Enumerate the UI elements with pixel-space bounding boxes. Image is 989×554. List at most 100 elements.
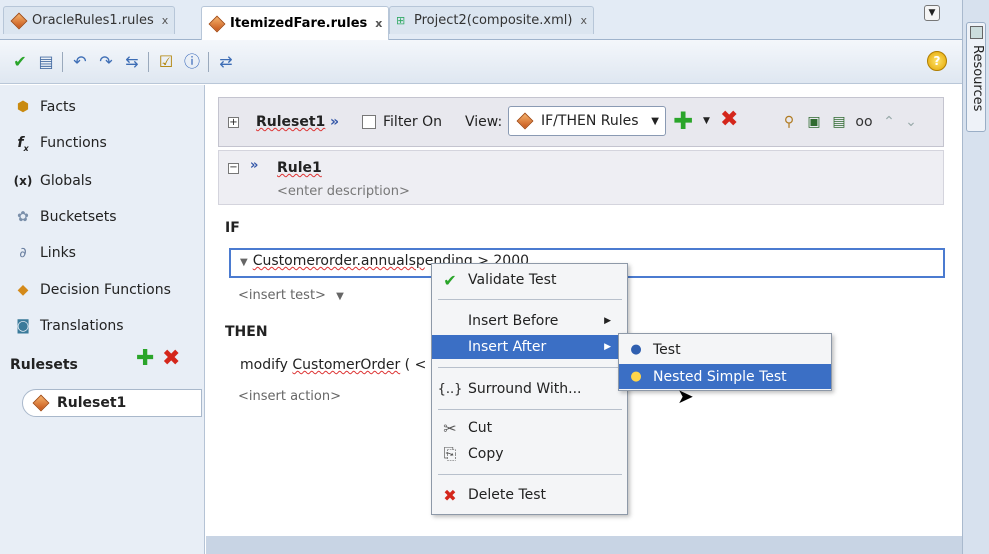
resources-panel-tab[interactable]: Resources [966,22,986,132]
delete-rule-icon[interactable]: ✖ [720,107,738,132]
scissors-icon: ✂ [443,418,457,438]
menu-item-insert-after[interactable]: Insert After ▶ [432,335,627,359]
sidebar-item-functions[interactable]: Functions [40,133,107,153]
menu-item-insert-before[interactable]: Insert Before ▶ [432,309,627,333]
menu-item-label: Cut [468,420,493,436]
menu-item-cut[interactable]: ✂ Cut [432,416,627,440]
functions-icon: fx [17,135,29,153]
rules-view-icon [516,112,534,130]
expand-ruleset-icon[interactable]: + [228,117,239,128]
action-text[interactable]: modify CustomerOrder ( < [240,357,426,373]
add-rule-icon[interactable]: ✚ [673,107,693,135]
redo-icon[interactable]: ↷ [96,52,116,72]
action-object: CustomerOrder [292,357,401,373]
tab-project2-composite[interactable]: ⊞ Project2(composite.xml) x [389,6,594,34]
menu-item-label: Surround With... [468,381,582,397]
menu-item-validate-test[interactable]: ✔ Validate Test [432,268,627,292]
find-icon[interactable]: oo [855,113,873,131]
copy-icon: ⎘ [443,444,457,463]
validate-icon[interactable]: ✔ [10,52,30,72]
add-dropdown-icon[interactable]: ▼ [703,116,710,126]
menu-item-delete-test[interactable]: ✖ Delete Test [432,483,627,507]
ruleset-expand-chevron-icon[interactable]: » [330,111,339,133]
move-up-icon[interactable]: ⌃ [880,113,898,131]
sidebar-item-decision-functions[interactable]: Decision Functions [40,280,171,300]
sidebar-item-links[interactable]: Links [40,243,76,263]
rule-description[interactable]: <enter description> [277,184,410,199]
ruleset-icon [32,394,50,412]
rules-navigator: ⬢ Facts fx Functions (x) Globals ✿ Bucke… [0,85,205,554]
expand-all-icon[interactable]: ▣ [805,113,823,131]
submenu-item-label: Nested Simple Test [653,368,787,385]
deploy-icon[interactable]: ⇄ [216,52,236,72]
ruleset-title[interactable]: Ruleset1 [256,111,325,133]
condition-collapse-icon[interactable]: ▼ [240,257,248,268]
menu-item-surround-with[interactable]: {..} Surround With... [432,377,627,401]
links-icon: ∂ [19,245,27,261]
help-icon[interactable]: ? [927,51,947,71]
insert-test-dropdown-icon[interactable]: ▼ [336,291,344,302]
submenu-item-nested-simple-test[interactable]: ● Nested Simple Test [619,364,831,389]
test-icon: ● [630,342,642,357]
tab-label: ItemizedFare.rules [230,16,368,31]
resources-label: Resources [970,45,985,112]
insert-after-submenu: ● Test ● Nested Simple Test [618,333,832,391]
view-label: View: [465,114,503,130]
facts-icon: ⬢ [16,99,30,115]
sidebar-item-facts[interactable]: Facts [40,97,76,117]
menu-item-label: Copy [468,446,504,462]
tab-close-icon[interactable]: x [375,17,382,30]
tab-oraclerules1[interactable]: OracleRules1.rules x [3,6,176,34]
tab-label: OracleRules1.rules [32,13,154,28]
report-icon[interactable]: ▤ [36,52,56,72]
checklist-icon[interactable]: ☑ [156,52,176,72]
collapse-rule-icon[interactable]: − [228,163,239,174]
submenu-item-label: Test [653,341,681,358]
rule-name[interactable]: Rule1 [277,160,322,176]
toolbar-separator [208,52,209,72]
then-label: THEN [225,324,268,340]
insert-action-placeholder[interactable]: <insert action> [238,389,341,404]
add-ruleset-icon[interactable]: ✚ [136,346,154,371]
toolbar-separator [148,52,149,72]
sidebar-item-globals[interactable]: Globals [40,171,92,191]
tab-close-icon[interactable]: x [162,14,169,27]
move-down-icon[interactable]: ⌄ [902,113,920,131]
tab-list-dropdown-icon[interactable]: ▼ [924,5,940,21]
tab-close-icon[interactable]: x [580,14,587,27]
import-icon[interactable]: ⇆ [122,52,142,72]
menu-item-copy[interactable]: ⎘ Copy [432,442,627,466]
undo-icon[interactable]: ↶ [70,52,90,72]
rules-toolbar: ✔ ▤ ↶ ↷ ⇆ ☑ ⓘ ⇄ ? [0,40,962,84]
filter-checkbox[interactable] [362,115,376,129]
tree-view-icon[interactable]: ⚲ [780,113,798,131]
submenu-item-test[interactable]: ● Test [619,337,831,362]
insert-test-placeholder[interactable]: <insert test> ▼ [238,288,344,303]
delete-icon: ✖ [443,485,457,505]
decision-functions-icon: ◆ [17,282,29,298]
surround-icon: {..} [437,381,463,397]
filter-label[interactable]: Filter On [383,111,442,133]
delete-ruleset-icon[interactable]: ✖ [162,346,180,371]
rule-chevron-icon[interactable]: » [250,158,258,173]
translations-icon: ◙ [16,318,30,334]
globals-icon: (x) [13,174,33,188]
tab-itemizedfare[interactable]: ItemizedFare.rules x [201,6,390,40]
view-select[interactable]: IF/THEN Rules ▼ [508,106,666,136]
ruleset-item[interactable]: Ruleset1 [22,389,202,417]
editor-bottom-bar [206,536,962,554]
menu-separator [438,409,622,410]
sidebar-item-translations[interactable]: Translations [40,316,124,336]
chevron-down-icon: ▼ [651,115,659,127]
validate-icon: ✔ [443,270,457,290]
action-suffix: ( < [400,357,427,373]
sidebar-item-bucketsets[interactable]: Bucketsets [40,207,117,227]
nested-test-icon: ● [630,369,642,384]
toolbar-separator [62,52,63,72]
insert-test-label: <insert test> [238,288,326,303]
collapse-all-icon[interactable]: ▤ [830,113,848,131]
info-icon[interactable]: ⓘ [182,52,202,72]
condition-object: Customerorder.annualsp [252,253,425,269]
rules-file-icon [208,15,226,32]
menu-item-label: Validate Test [468,272,557,288]
